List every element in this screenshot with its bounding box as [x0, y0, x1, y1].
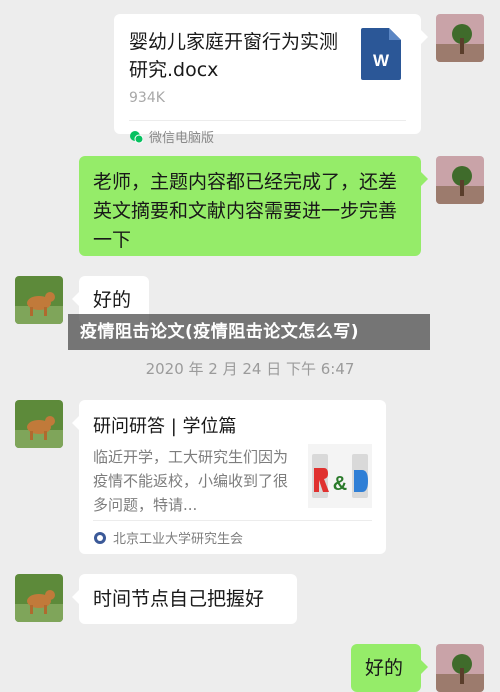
svg-text:W: W: [373, 51, 390, 70]
message-text: 好的: [365, 657, 404, 679]
overlay-title: 疫情阻击论文(疫情阻击论文怎么写): [68, 314, 430, 350]
card-title: 研问研答 | 学位篇: [93, 416, 237, 437]
self-message-bubble[interactable]: 老师，主题内容都已经完成了，还差英文摘要和文献内容需要进一步完善一下: [79, 156, 428, 256]
org-logo-icon: [94, 531, 106, 544]
file-source-label: 微信电脑版: [149, 131, 215, 146]
self-avatar[interactable]: [436, 14, 484, 62]
teacher-avatar[interactable]: [15, 574, 63, 622]
message-text: 老师，主题内容都已经完成了，还差英文摘要和文献内容需要进一步完善一下: [93, 171, 398, 251]
file-name: 婴幼儿家庭开窗行为实测研究.docx: [129, 31, 339, 81]
divider: [93, 520, 372, 521]
other-message-bubble[interactable]: 时间节点自己把握好: [72, 574, 297, 624]
word-doc-icon: W: [361, 28, 401, 80]
message-text: 时间节点自己把握好: [93, 588, 265, 610]
svg-text:&: &: [333, 473, 347, 495]
file-message-bubble[interactable]: 婴幼儿家庭开窗行为实测研究.docx 934K W 微信电脑版: [114, 14, 428, 146]
card-source-label: 北京工业大学研究生会: [113, 532, 244, 547]
r-and-d-icon: &: [308, 444, 372, 508]
card-source: 北京工业大学研究生会: [93, 528, 243, 547]
self-message-bubble[interactable]: 好的: [351, 644, 428, 692]
file-size: 934K: [129, 90, 165, 106]
self-avatar[interactable]: [436, 156, 484, 204]
self-avatar[interactable]: [436, 644, 484, 692]
card-description: 临近开学，工大研究生们因为疫情不能返校，小编收到了很多问题，特请...: [93, 448, 289, 514]
teacher-avatar[interactable]: [15, 276, 63, 324]
teacher-avatar[interactable]: [15, 400, 63, 448]
message-text: 好的: [93, 289, 132, 311]
article-card[interactable]: 研问研答 | 学位篇 临近开学，工大研究生们因为疫情不能返校，小编收到了很多问题…: [72, 400, 386, 554]
wechat-icon: [130, 130, 143, 143]
file-source: 微信电脑版: [129, 127, 214, 146]
divider: [129, 120, 406, 121]
chat-timestamp: 2020 年 2 月 24 日 下午 6:47: [145, 360, 355, 378]
